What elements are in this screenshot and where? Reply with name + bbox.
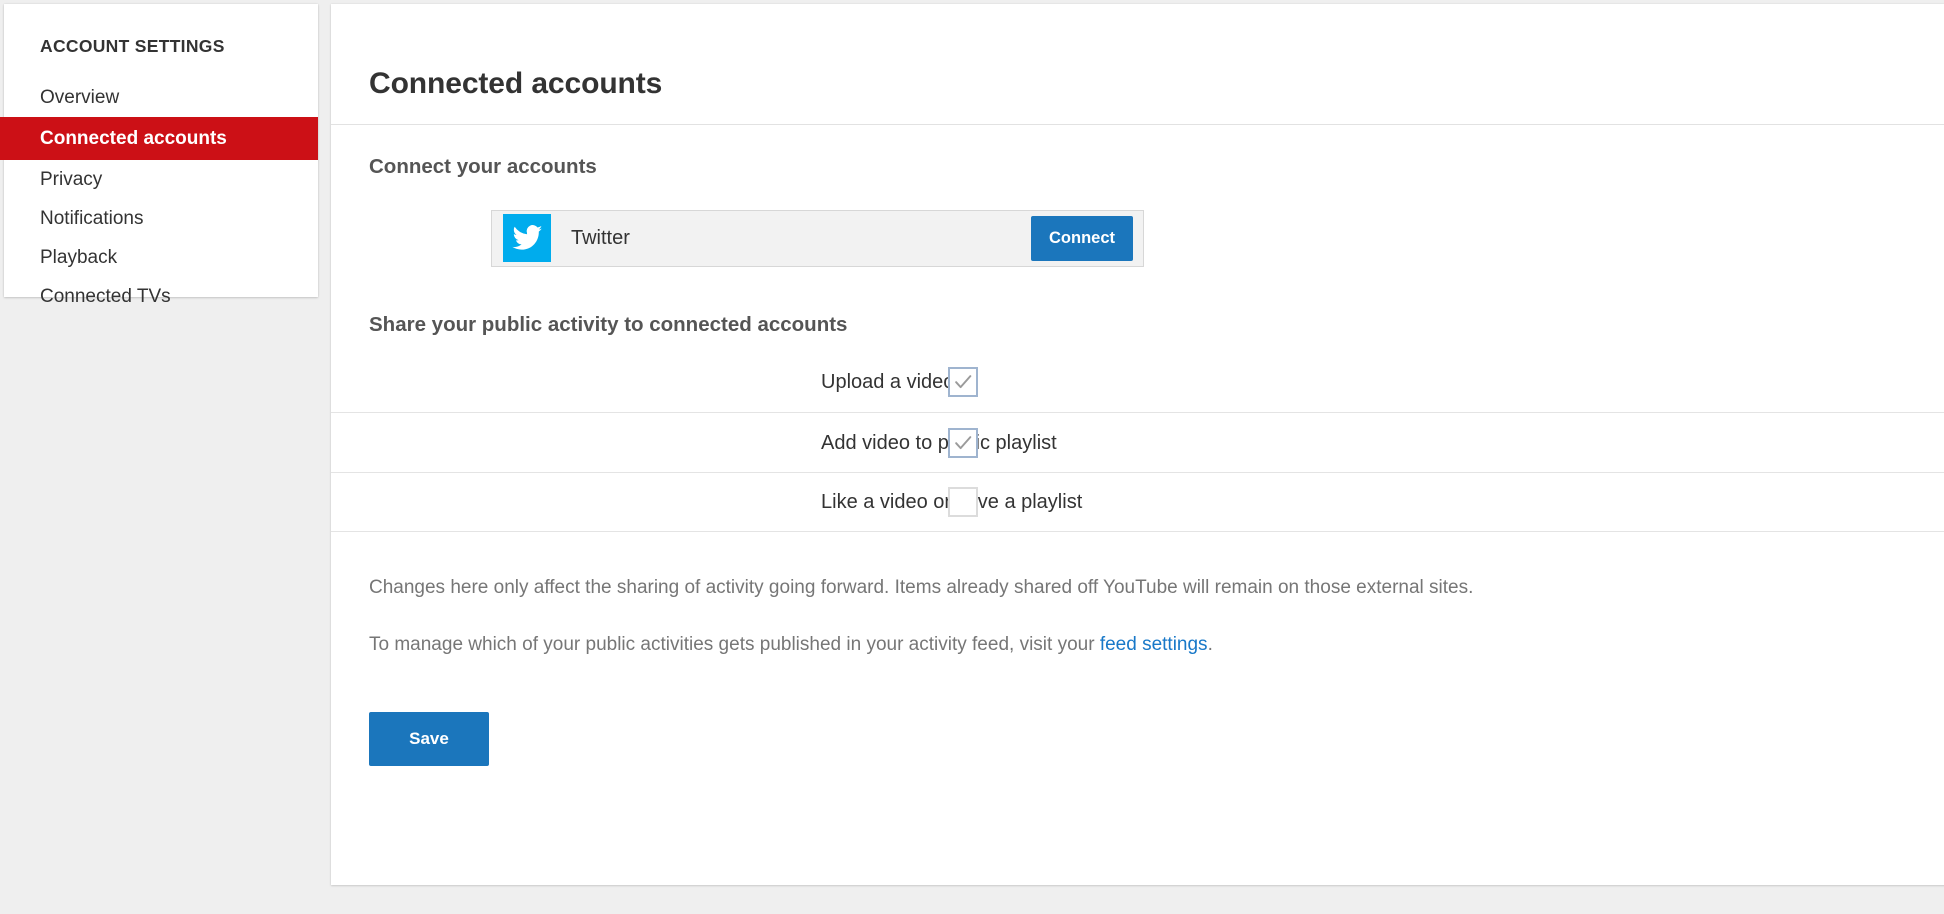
connect-button[interactable]: Connect	[1031, 215, 1133, 261]
main-body: Connect your accounts Twitter Connect Sh…	[331, 125, 1944, 766]
sidebar-item-connected-tvs[interactable]: Connected TVs	[4, 277, 318, 316]
check-icon	[955, 435, 972, 449]
feed-settings-note-suffix: .	[1207, 634, 1213, 655]
sidebar-item-overview[interactable]: Overview	[4, 78, 318, 117]
sidebar-item-label: Overview	[40, 86, 120, 108]
checkbox-upload-a-video[interactable]	[948, 367, 978, 397]
activity-row-label: Upload a video	[821, 371, 955, 393]
sidebar-item-privacy[interactable]: Privacy	[4, 160, 318, 199]
sidebar-item-notifications[interactable]: Notifications	[4, 199, 318, 238]
connect-accounts-heading: Connect your accounts	[369, 155, 597, 178]
sidebar-heading: ACCOUNT SETTINGS	[40, 36, 225, 56]
page-title: Connected accounts	[369, 67, 663, 101]
sidebar-item-label: Connected accounts	[40, 127, 227, 149]
sidebar-item-playback[interactable]: Playback	[4, 238, 318, 277]
activity-row-label: Add video to public playlist	[821, 431, 1057, 454]
check-icon	[955, 375, 972, 389]
sidebar-item-label: Notifications	[40, 207, 144, 229]
sidebar-item-label: Privacy	[40, 168, 103, 190]
feed-settings-note: To manage which of your public activitie…	[331, 635, 1944, 654]
main-header: Connected accounts	[331, 4, 1944, 125]
sharing-disclaimer-note: Changes here only affect the sharing of …	[369, 577, 1474, 598]
share-activity-heading: Share your public activity to connected …	[369, 312, 848, 336]
provider-row-twitter: Twitter Connect	[491, 209, 1144, 267]
checkbox-like-a-video-or-save-a-playlist[interactable]	[948, 487, 978, 517]
sidebar-item-label: Connected TVs	[40, 285, 171, 307]
sidebar-item-label: Playback	[40, 246, 118, 268]
account-settings-sidebar: ACCOUNT SETTINGS Overview Connected acco…	[0, 4, 318, 306]
checkbox-add-video-to-public-playlist[interactable]	[948, 427, 978, 458]
sidebar-item-connected-accounts[interactable]: Connected accounts	[0, 116, 318, 160]
save-button[interactable]: Save	[369, 712, 489, 766]
feed-settings-link[interactable]: feed settings	[1100, 634, 1208, 655]
feed-settings-note-prefix: To manage which of your public activitie…	[369, 634, 1100, 655]
twitter-bird-icon	[503, 214, 551, 262]
activity-row: Add video to public playlist	[331, 412, 1944, 472]
activity-row: Upload a video	[331, 352, 1944, 412]
provider-name-label: Twitter	[571, 227, 630, 249]
activity-row: Like a video or save a playlist	[331, 472, 1944, 532]
activity-sharing-list: Upload a video Add video to public playl…	[331, 352, 1944, 532]
main-content-panel: Connected accounts Connect your accounts…	[331, 4, 1944, 885]
